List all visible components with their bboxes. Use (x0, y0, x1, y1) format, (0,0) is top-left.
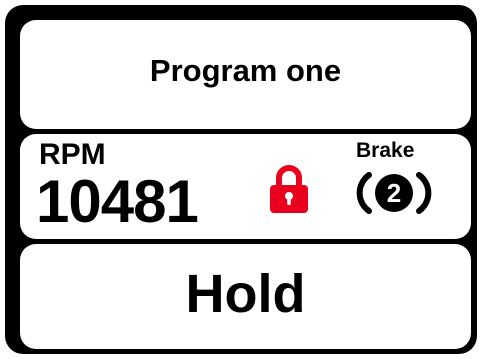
brake-warning-icon: 2 (356, 172, 432, 214)
brake-level: 2 (387, 178, 401, 208)
status-text: Hold (185, 263, 306, 324)
rpm-label: RPM (39, 138, 106, 171)
controller-display: Program one RPM 10481 Brake 2 Hold (0, 0, 482, 359)
padlock-locked-icon (270, 165, 308, 213)
status-panel: Hold (20, 244, 471, 349)
brake-label: Brake (356, 139, 415, 162)
program-panel: Program one (20, 20, 471, 129)
program-title: Program one (149, 52, 342, 88)
rpm-value: 10481 (36, 168, 199, 235)
readout-panel: RPM 10481 Brake 2 (20, 134, 471, 239)
